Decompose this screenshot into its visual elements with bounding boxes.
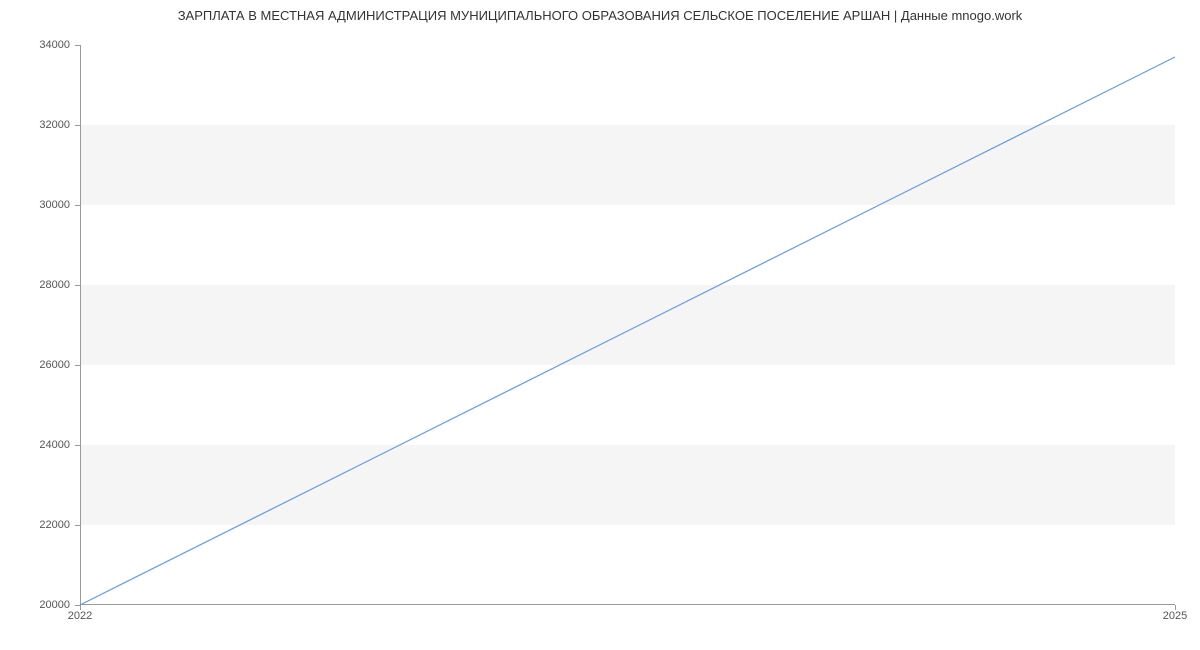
line-series: [80, 45, 1175, 605]
y-tick-label: 22000: [20, 519, 70, 531]
y-tick-label: 20000: [20, 599, 70, 611]
y-tick-label: 34000: [20, 39, 70, 51]
plot-area: 20222025: [80, 45, 1175, 605]
y-tick-label: 30000: [20, 199, 70, 211]
x-tick-mark: [1175, 605, 1176, 610]
x-tick-label: 2022: [68, 610, 92, 622]
chart-container: ЗАРПЛАТА В МЕСТНАЯ АДМИНИСТРАЦИЯ МУНИЦИП…: [0, 0, 1200, 650]
y-tick-label: 32000: [20, 119, 70, 131]
x-tick-label: 2025: [1163, 610, 1187, 622]
y-tick-label: 24000: [20, 439, 70, 451]
y-tick-label: 28000: [20, 279, 70, 291]
chart-title: ЗАРПЛАТА В МЕСТНАЯ АДМИНИСТРАЦИЯ МУНИЦИП…: [0, 0, 1200, 23]
y-tick-label: 26000: [20, 359, 70, 371]
x-tick-mark: [80, 605, 81, 610]
